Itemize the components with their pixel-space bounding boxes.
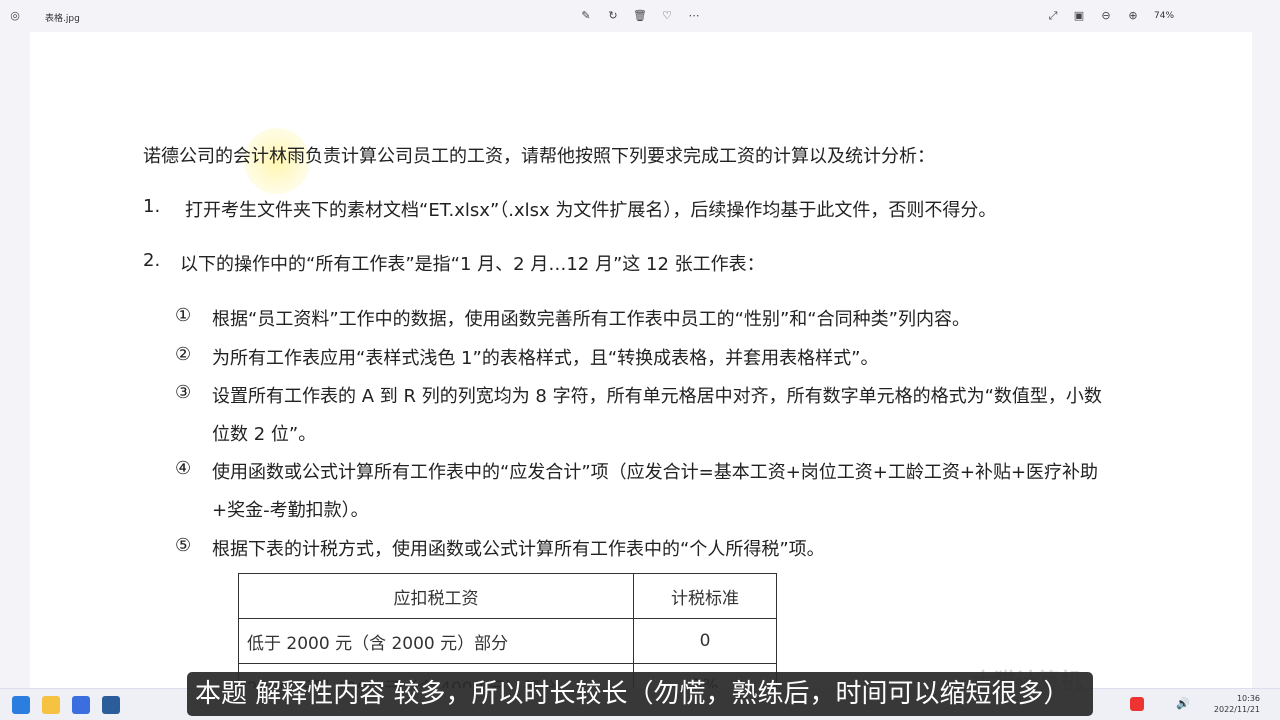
video-subtitle: 本题 解释性内容 较多，所以时长较长（勿慌，熟练后，时间可以缩短很多） bbox=[187, 672, 1093, 716]
clock-date: 2022/11/21 bbox=[1213, 705, 1260, 714]
table-row: 低于 2000 元（含 2000 元）部分 0 bbox=[238, 618, 777, 664]
subitem-text: 根据下表的计税方式，使用函数或公式计算所有工作表中的“个人所得税”项。 bbox=[212, 539, 825, 560]
subitem-text: 为所有工作表应用“表样式浅色 1”的表格样式，且“转换成表格，并套用表格样式”。 bbox=[212, 348, 879, 369]
wps-icon[interactable] bbox=[72, 696, 90, 714]
subitem-number: ③ bbox=[175, 382, 192, 403]
subitem-text: 位数 2 位”。 bbox=[212, 424, 317, 445]
photos-app-icon: ◎ bbox=[10, 9, 20, 22]
zoom-level[interactable]: 74% bbox=[1154, 11, 1174, 21]
more-icon[interactable]: ⋯ bbox=[687, 9, 701, 22]
window-title: 表格.jpg bbox=[45, 14, 80, 24]
item-text: 打开考生文件夹下的素材文档“ET.xlsx”（.xlsx 为文件扩展名），后续操… bbox=[185, 200, 997, 221]
file-explorer-icon[interactable] bbox=[42, 696, 60, 714]
item-text: 以下的操作中的“所有工作表”是指“1 月、2 月…12 月”这 12 张工作表： bbox=[180, 254, 765, 275]
subitem-number: ④ bbox=[175, 458, 192, 479]
item-number: 2. bbox=[143, 250, 161, 271]
subitem-text: 根据“员工资料”工作中的数据，使用函数完善所有工作表中员工的“性别”和“合同种类… bbox=[212, 309, 970, 330]
subitem-text: 设置所有工作表的 A 到 R 列的列宽均为 8 字符，所有单元格居中对齐，所有数… bbox=[212, 386, 1102, 407]
table-header-row: 应扣税工资 计税标准 bbox=[238, 573, 777, 619]
favorite-icon[interactable]: ♡ bbox=[660, 9, 674, 22]
subitem-number: ② bbox=[175, 344, 192, 365]
start-icon[interactable] bbox=[12, 696, 30, 714]
title-bar: ◎ 表格.jpg ✎ ↻ 🗑 ♡ ⋯ ⤢ ▣ ⊖ ⊕ 74% bbox=[0, 0, 1280, 32]
ime-icon[interactable] bbox=[1130, 697, 1144, 711]
zoom-out-icon[interactable]: ⊖ bbox=[1099, 9, 1113, 22]
rotate-icon[interactable]: ↻ bbox=[606, 9, 620, 22]
table-cell: 低于 2000 元（含 2000 元）部分 bbox=[238, 618, 634, 664]
delete-icon[interactable]: 🗑 bbox=[633, 9, 647, 22]
table-cell: 0 bbox=[633, 618, 777, 664]
fit-icon[interactable]: ▣ bbox=[1072, 9, 1086, 22]
volume-icon[interactable]: 🔊 bbox=[1176, 697, 1190, 710]
item-number: 1. bbox=[143, 196, 161, 217]
intro-text: 诺德公司的会计林雨负责计算公司员工的工资，请帮他按照下列要求完成工资的计算以及统… bbox=[143, 146, 935, 167]
subitem-text: 使用函数或公式计算所有工作表中的“应发合计”项（应发合计=基本工资+岗位工资+工… bbox=[212, 462, 1099, 483]
header-cell: 计税标准 bbox=[633, 573, 777, 619]
subitem-number: ① bbox=[175, 305, 192, 326]
subitem-text: +奖金-考勤扣款）。 bbox=[212, 500, 369, 521]
fullscreen-icon[interactable]: ⤢ bbox=[1046, 9, 1060, 23]
system-clock[interactable]: 10:36 2022/11/21 bbox=[1214, 693, 1260, 715]
edit-icon[interactable]: ✎ bbox=[579, 9, 593, 22]
clock-time: 10:36 bbox=[1236, 694, 1260, 703]
zoom-in-icon[interactable]: ⊕ bbox=[1126, 9, 1140, 22]
photos-icon[interactable] bbox=[102, 696, 120, 714]
subitem-number: ⑤ bbox=[175, 535, 192, 556]
header-cell: 应扣税工资 bbox=[238, 573, 634, 619]
